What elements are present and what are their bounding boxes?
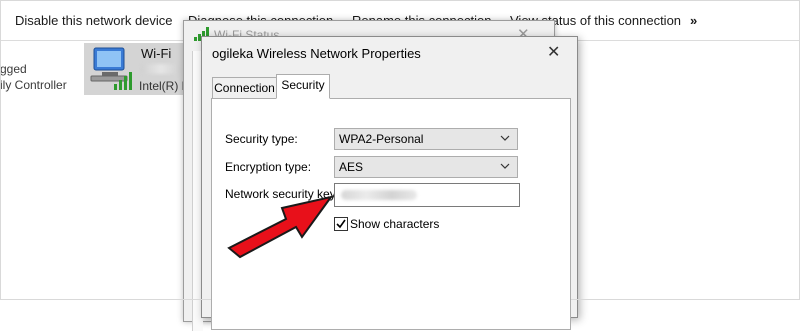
red-arrow-icon [227,195,334,259]
